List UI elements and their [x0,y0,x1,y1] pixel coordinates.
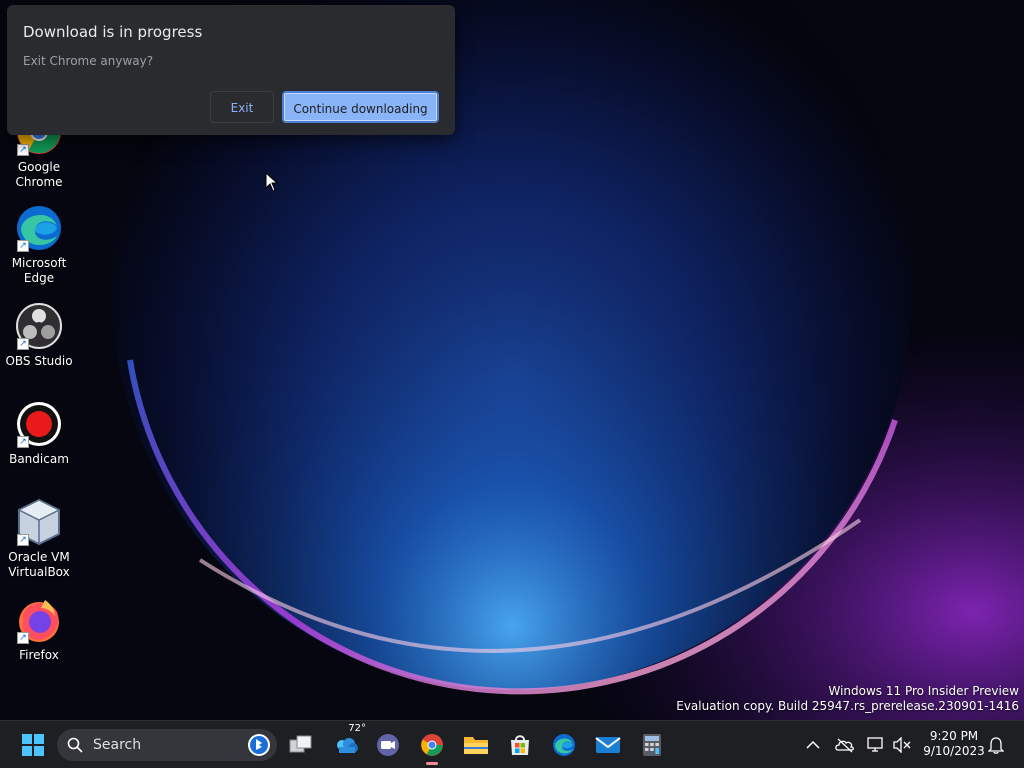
watermark-build: Evaluation copy. Build 25947.rs_prerelea… [676,699,1019,713]
search-placeholder: Search [93,737,142,753]
start-button[interactable] [17,729,49,761]
search-icon [67,737,83,753]
taskbar-edge-button[interactable] [548,729,580,761]
shortcut-arrow-icon: ↗ [17,144,29,156]
desktop-icon-edge[interactable]: ↗ Microsoft Edge [4,204,74,286]
widgets-button[interactable]: 72° [330,723,366,761]
volume-button[interactable] [886,729,918,761]
bell-icon [988,737,1004,754]
desktop-icon-bandicam[interactable]: ↗ Bandicam [4,400,74,467]
windows-watermark: Windows 11 Pro Insider Preview Evaluatio… [676,684,1019,714]
desktop-icon-label: Google Chrome [15,160,63,189]
notifications-button[interactable] [980,729,1012,761]
watermark-edition: Windows 11 Pro Insider Preview [828,684,1019,698]
running-indicator [426,762,438,765]
taskbar-chrome-button[interactable] [416,729,448,765]
teams-meet-button[interactable] [372,729,404,761]
microsoft-store-button[interactable] [504,729,536,761]
meet-now-icon [377,734,399,756]
chrome-icon [421,734,443,756]
weather-temperature: 72° [348,723,366,734]
onedrive-offline-icon [835,738,854,753]
desktop-icon-obs[interactable]: ↗ OBS Studio [4,302,74,369]
continue-downloading-button[interactable]: Continue downloading [282,91,439,123]
shortcut-arrow-icon: ↗ [17,240,29,252]
desktop-icon-firefox[interactable]: ↗ Firefox [4,596,74,663]
desktop-icon-virtualbox[interactable]: ↗ Oracle VM VirtualBox [4,498,74,580]
shortcut-arrow-icon: ↗ [17,338,29,350]
calculator-icon [643,734,661,756]
desktop: ↗ Google Chrome ↗ Microsoft Edge ↗ OBS S… [0,0,1024,768]
exit-button[interactable]: Exit [210,91,274,123]
network-icon [867,737,883,752]
shortcut-arrow-icon: ↗ [17,436,29,448]
mail-icon [595,737,621,753]
show-hidden-icons-button[interactable] [797,729,829,761]
task-view-button[interactable] [285,729,317,761]
windows-logo-icon [22,734,44,756]
file-explorer-button[interactable] [460,729,492,761]
chevron-up-icon [806,740,820,749]
weather-cloud-icon [337,738,358,753]
taskbar-search-box[interactable]: Search [57,729,277,761]
edge-icon [553,734,575,756]
bing-icon[interactable] [247,733,271,757]
mouse-cursor-icon [265,172,279,192]
folder-icon [464,737,488,754]
store-icon [511,735,529,755]
desktop-icon-label: Bandicam [9,452,69,466]
dialog-message: Exit Chrome anyway? [23,54,154,68]
taskbar: Search 72° 9:20 PM 9/10/2023 [0,720,1024,768]
desktop-icon-label: Firefox [19,648,59,662]
download-in-progress-dialog: Download is in progress Exit Chrome anyw… [7,5,455,135]
shortcut-arrow-icon: ↗ [17,632,29,644]
calculator-button[interactable] [636,729,668,761]
desktop-icon-label: OBS Studio [5,354,73,368]
onedrive-button[interactable] [829,729,861,761]
volume-muted-icon [893,737,911,753]
dialog-title: Download is in progress [23,23,203,41]
shortcut-arrow-icon: ↗ [17,534,29,546]
task-view-icon [289,735,312,753]
desktop-icon-label: Oracle VM VirtualBox [8,550,70,579]
mail-button[interactable] [592,729,624,761]
desktop-icon-label: Microsoft Edge [11,256,67,285]
